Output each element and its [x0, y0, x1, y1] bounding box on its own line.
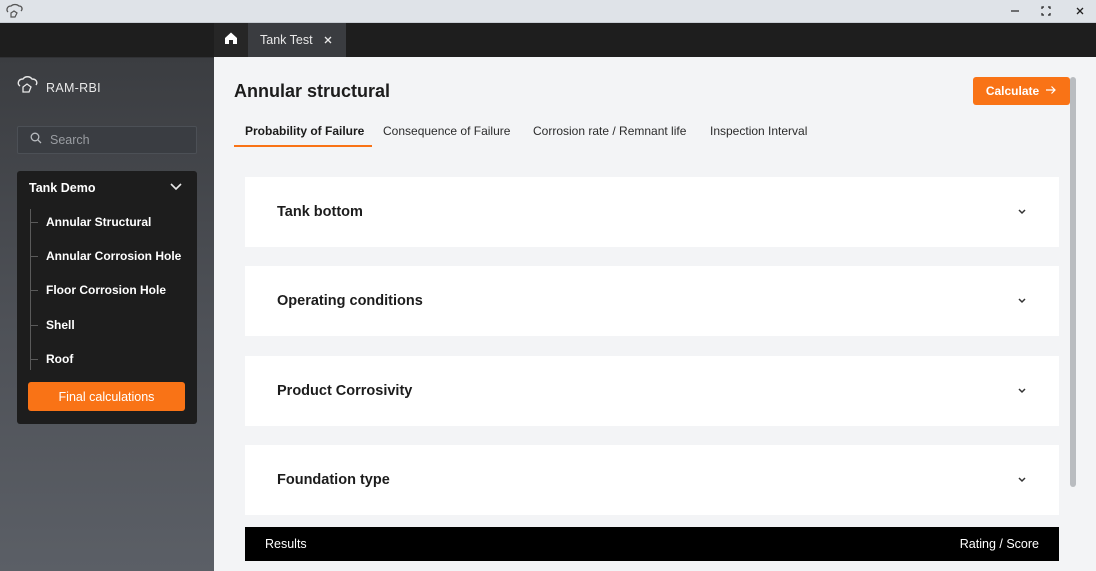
window-titlebar [0, 0, 1096, 23]
sidebar-item-annular-corrosion-hole[interactable]: Annular Corrosion Hole [30, 246, 181, 266]
sidebar-top-band [0, 23, 214, 57]
chevron-down-icon [1017, 203, 1027, 221]
chevron-down-icon[interactable] [169, 179, 183, 197]
tab-consequence-of-failure[interactable]: Consequence of Failure [372, 117, 522, 147]
accordion-title: Operating conditions [277, 293, 423, 309]
accordion-product-corrosivity[interactable]: Product Corrosivity [245, 356, 1059, 426]
search-icon [30, 131, 42, 149]
home-tab[interactable] [214, 23, 248, 57]
sidebar-item-label: Annular Corrosion Hole [46, 249, 182, 263]
brain-hand-icon [16, 75, 40, 100]
calculate-button[interactable]: Calculate [973, 77, 1070, 105]
accordion-operating-conditions[interactable]: Operating conditions [245, 266, 1059, 336]
tab-inspection-interval[interactable]: Inspection Interval [699, 117, 824, 147]
chevron-down-icon [1017, 382, 1027, 400]
search-box[interactable] [17, 126, 197, 154]
tab-strip: Tank Test [214, 23, 1096, 57]
rating-score-label: Rating / Score [959, 537, 1039, 551]
accordion-foundation-type[interactable]: Foundation type [245, 445, 1059, 515]
sidebar-item-label: Floor Corrosion Hole [46, 283, 166, 297]
accordion-title: Product Corrosivity [277, 383, 413, 399]
home-icon [224, 31, 238, 50]
scrollbar-thumb[interactable] [1070, 77, 1076, 487]
tab-tank-test[interactable]: Tank Test [248, 23, 346, 57]
final-calculations-button[interactable]: Final calculations [28, 382, 185, 411]
arrow-right-icon [1045, 84, 1057, 98]
sidebar-item-shell[interactable]: Shell [30, 315, 75, 335]
close-window-button[interactable] [1064, 0, 1096, 23]
search-input[interactable] [50, 133, 190, 147]
tab-probability-of-failure[interactable]: Probability of Failure [234, 117, 372, 147]
accordion-title: Foundation type [277, 472, 390, 488]
minimize-icon [1010, 3, 1020, 21]
accordion-tank-bottom[interactable]: Tank bottom [245, 177, 1059, 247]
project-header[interactable]: Tank Demo [17, 171, 197, 205]
sidebar-item-roof[interactable]: Roof [30, 349, 73, 369]
results-header: Results Rating / Score [245, 527, 1059, 561]
section-tabs: Probability of Failure Consequence of Fa… [234, 117, 824, 147]
brain-hand-icon [5, 3, 25, 24]
accordion-title: Tank bottom [277, 204, 363, 220]
sidebar: RAM-RBI Tank Demo Annular Structural Ann… [0, 23, 214, 571]
project-title: Tank Demo [29, 181, 96, 195]
close-icon [1075, 3, 1085, 21]
sidebar-item-label: Shell [46, 318, 75, 332]
tab-label: Tank Test [260, 33, 313, 47]
sidebar-item-label: Annular Structural [46, 215, 152, 229]
chevron-down-icon [1017, 292, 1027, 310]
maximize-button[interactable] [1030, 0, 1062, 23]
minimize-button[interactable] [999, 0, 1031, 23]
project-panel: Tank Demo Annular Structural Annular Cor… [17, 171, 197, 424]
close-tab-icon[interactable] [322, 33, 334, 51]
main-content: Annular structural Calculate Probability… [214, 57, 1096, 571]
calculate-label: Calculate [985, 84, 1040, 98]
page-title: Annular structural [234, 81, 391, 101]
brand-name: RAM-RBI [46, 80, 101, 95]
tab-corrosion-rate-remnant-life[interactable]: Corrosion rate / Remnant life [522, 117, 699, 147]
brand: RAM-RBI [16, 75, 101, 100]
results-label: Results [265, 537, 307, 551]
sidebar-item-label: Roof [46, 352, 74, 366]
maximize-icon [1041, 3, 1051, 21]
sidebar-item-floor-corrosion-hole[interactable]: Floor Corrosion Hole [30, 280, 166, 300]
chevron-down-icon [1017, 471, 1027, 489]
sidebar-item-annular-structural[interactable]: Annular Structural [30, 212, 151, 232]
